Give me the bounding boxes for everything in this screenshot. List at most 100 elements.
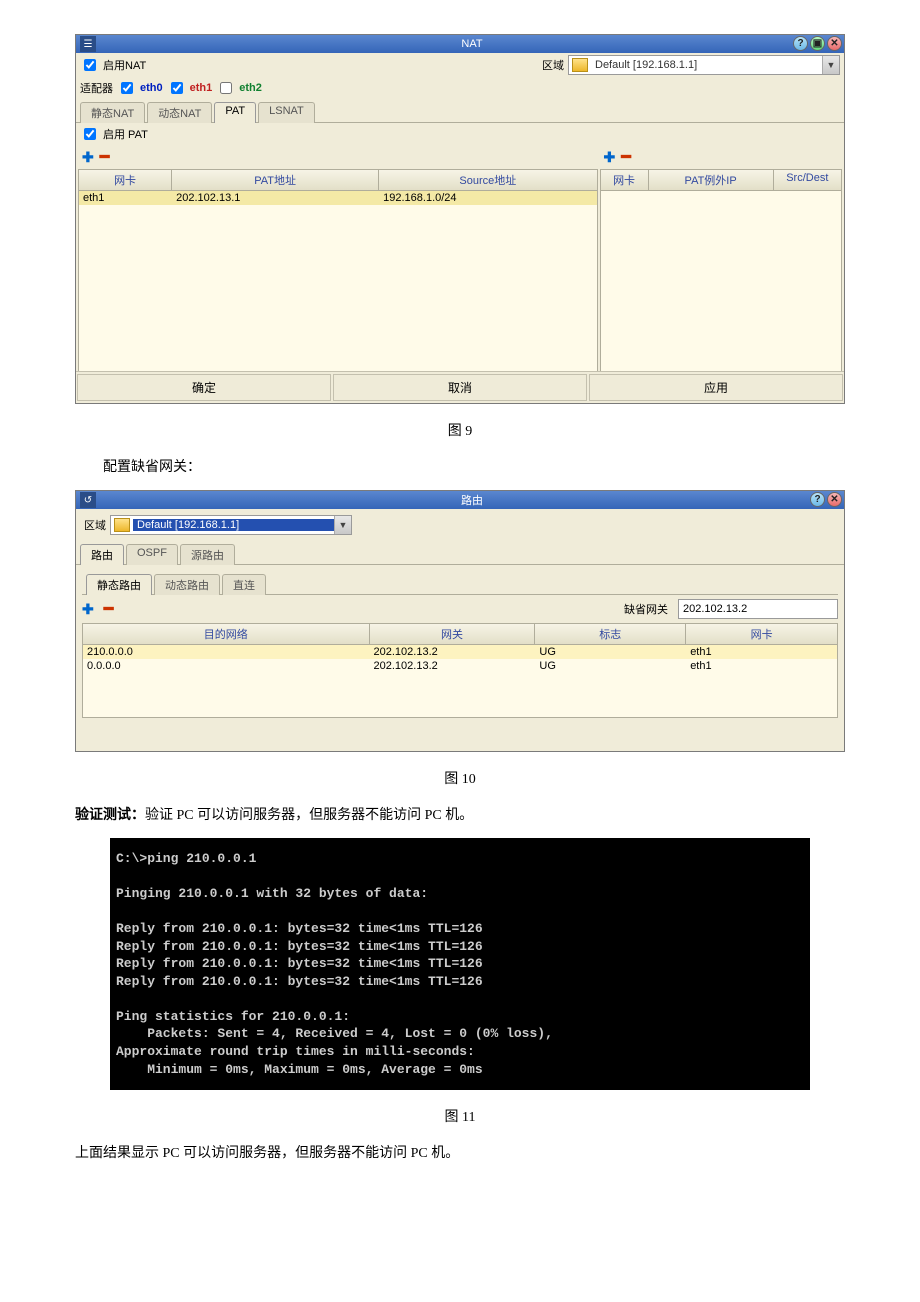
route-inner-tabs: 静态路由 动态路由 直连	[82, 571, 838, 595]
tab-static-nat[interactable]: 静态NAT	[80, 102, 145, 123]
col-nic[interactable]: 网卡	[79, 170, 172, 190]
col-source-addr[interactable]: Source地址	[379, 170, 596, 190]
zone-label: 区域	[542, 57, 564, 73]
table-row[interactable]: 210.0.0.0 202.102.13.2 UG eth1	[83, 645, 837, 659]
tab-direct[interactable]: 直连	[222, 574, 266, 595]
cancel-button[interactable]: 取消	[333, 374, 587, 401]
chevron-down-icon: ▼	[334, 516, 351, 534]
tab-dynamic-route[interactable]: 动态路由	[154, 574, 220, 595]
tab-route[interactable]: 路由	[80, 544, 124, 565]
remove-right-button[interactable]: ━	[621, 147, 631, 167]
adapter-eth1-checkbox[interactable]	[171, 82, 183, 94]
tab-dynamic-nat[interactable]: 动态NAT	[147, 102, 212, 123]
add-left-button[interactable]: ✚	[82, 149, 94, 166]
right-columns: 网卡 PAT例外IP Src/Dest	[600, 169, 842, 191]
nat-button-bar: 确定 取消 应用	[76, 371, 844, 403]
chevron-down-icon: ▼	[822, 56, 839, 74]
adapter-eth1-label: eth1	[190, 82, 213, 94]
zone-value: Default [192.168.1.1]	[591, 59, 822, 71]
console-output: C:\>ping 210.0.0.1 Pinging 210.0.0.1 wit…	[110, 838, 810, 1090]
enable-pat-checkbox[interactable]	[84, 128, 96, 140]
help-button[interactable]: ?	[793, 36, 808, 51]
remove-route-button[interactable]: ━	[104, 599, 114, 619]
enable-nat-checkbox[interactable]	[84, 59, 96, 71]
route-dest: 210.0.0.0	[83, 645, 370, 659]
tab-lsnat[interactable]: LSNAT	[258, 102, 315, 123]
apply-button[interactable]: 应用	[589, 374, 843, 401]
adapters-row: 适配器 eth0 eth1 eth2	[76, 77, 844, 99]
route-dest: 0.0.0.0	[83, 659, 370, 673]
adapters-label: 适配器	[80, 80, 113, 96]
maximize-button[interactable]: ▣	[810, 36, 825, 51]
adapter-eth2-label: eth2	[239, 82, 262, 94]
route-outer-tabs: 路由 OSPF 源路由	[76, 541, 844, 565]
gateway-label: 缺省网关	[624, 601, 668, 617]
adapter-eth2-checkbox[interactable]	[220, 82, 232, 94]
route-titlebar: ↺ 路由 ? ✕	[76, 491, 844, 509]
col-pat-addr[interactable]: PAT地址	[172, 170, 379, 190]
col-destnet[interactable]: 目的网络	[83, 624, 370, 644]
tab-source-route[interactable]: 源路由	[180, 544, 235, 565]
caption-fig11: 图 11	[75, 1106, 845, 1126]
right-pane: ✚ ━ 网卡 PAT例外IP Src/Dest	[600, 145, 842, 371]
tab-ospf[interactable]: OSPF	[126, 544, 178, 565]
route-flag: UG	[535, 645, 686, 659]
nat-titlebar: ☰ NAT ? ▣ ✕	[76, 35, 844, 53]
left-columns: 网卡 PAT地址 Source地址	[78, 169, 598, 191]
route-columns: 目的网络 网关 标志 网卡	[82, 623, 838, 645]
close-button[interactable]: ✕	[827, 492, 842, 507]
nat-top-row: 启用NAT 区域 Default [192.168.1.1] ▼	[76, 53, 844, 77]
table-row[interactable]: eth1 202.102.13.1 192.168.1.0/24	[79, 191, 597, 205]
caption-fig10: 图 10	[75, 768, 845, 788]
enable-pat-label: 启用 PAT	[103, 126, 148, 142]
nat-tabs: 静态NAT 动态NAT PAT LSNAT	[76, 99, 844, 123]
adapter-eth0-label: eth0	[140, 82, 163, 94]
route-gw: 202.102.13.2	[370, 645, 536, 659]
ok-button[interactable]: 确定	[77, 374, 331, 401]
folder-icon	[572, 58, 588, 72]
nat-window: ☰ NAT ? ▣ ✕ 启用NAT 区域 Default [192.168.1.…	[75, 34, 845, 404]
col-nic[interactable]: 网卡	[686, 624, 837, 644]
verify-title: 验证测试：	[75, 808, 145, 823]
zone-dropdown[interactable]: Default [192.168.1.1] ▼	[110, 515, 352, 535]
caption-fig9: 图 9	[75, 420, 845, 440]
right-table-body	[600, 191, 842, 372]
route-table-body: 210.0.0.0 202.102.13.2 UG eth1 0.0.0.0 2…	[82, 645, 838, 718]
nat-app-icon: ☰	[80, 36, 96, 52]
route-nic: eth1	[686, 659, 837, 673]
zone-value: Default [192.168.1.1]	[133, 519, 334, 531]
add-right-button[interactable]: ✚	[604, 149, 616, 166]
left-row-pat: 202.102.13.1	[172, 191, 379, 205]
left-row-src: 192.168.1.0/24	[379, 191, 596, 205]
left-table-body: eth1 202.102.13.1 192.168.1.0/24	[78, 191, 598, 372]
close-button[interactable]: ✕	[827, 36, 842, 51]
zone-dropdown[interactable]: Default [192.168.1.1] ▼	[568, 55, 840, 75]
col-pat-except[interactable]: PAT例外IP	[649, 170, 774, 190]
paragraph-result: 上面结果显示 PC 可以访问服务器，但服务器不能访问 PC 机。	[75, 1142, 845, 1162]
col-nic2[interactable]: 网卡	[601, 170, 649, 190]
paragraph-gateway: 配置缺省网关：	[75, 456, 845, 476]
route-nic: eth1	[686, 645, 837, 659]
help-button[interactable]: ?	[810, 492, 825, 507]
col-gateway[interactable]: 网关	[370, 624, 536, 644]
verify-body: 验证 PC 可以访问服务器，但服务器不能访问 PC 机。	[145, 808, 473, 823]
remove-left-button[interactable]: ━	[100, 147, 110, 167]
gateway-value: 202.102.13.2	[683, 603, 747, 615]
route-gw: 202.102.13.2	[370, 659, 536, 673]
zone-label: 区域	[84, 517, 106, 533]
left-row-nic: eth1	[79, 191, 172, 205]
table-row[interactable]: 0.0.0.0 202.102.13.2 UG eth1	[83, 659, 837, 673]
nat-title: NAT	[100, 38, 844, 50]
folder-icon	[114, 518, 130, 532]
adapter-eth0-checkbox[interactable]	[121, 82, 133, 94]
add-route-button[interactable]: ✚	[82, 601, 94, 618]
col-flag[interactable]: 标志	[535, 624, 686, 644]
paragraph-verify: 验证测试：验证 PC 可以访问服务器，但服务器不能访问 PC 机。	[75, 804, 845, 824]
gateway-field[interactable]: 202.102.13.2	[678, 599, 838, 619]
col-srcdest[interactable]: Src/Dest	[774, 170, 841, 190]
route-app-icon: ↺	[80, 492, 96, 508]
left-pane: ✚ ━ 网卡 PAT地址 Source地址 eth1 202.102.13.1 …	[78, 145, 598, 371]
route-title: 路由	[100, 492, 844, 508]
tab-static-route[interactable]: 静态路由	[86, 574, 152, 595]
tab-pat[interactable]: PAT	[214, 102, 256, 123]
